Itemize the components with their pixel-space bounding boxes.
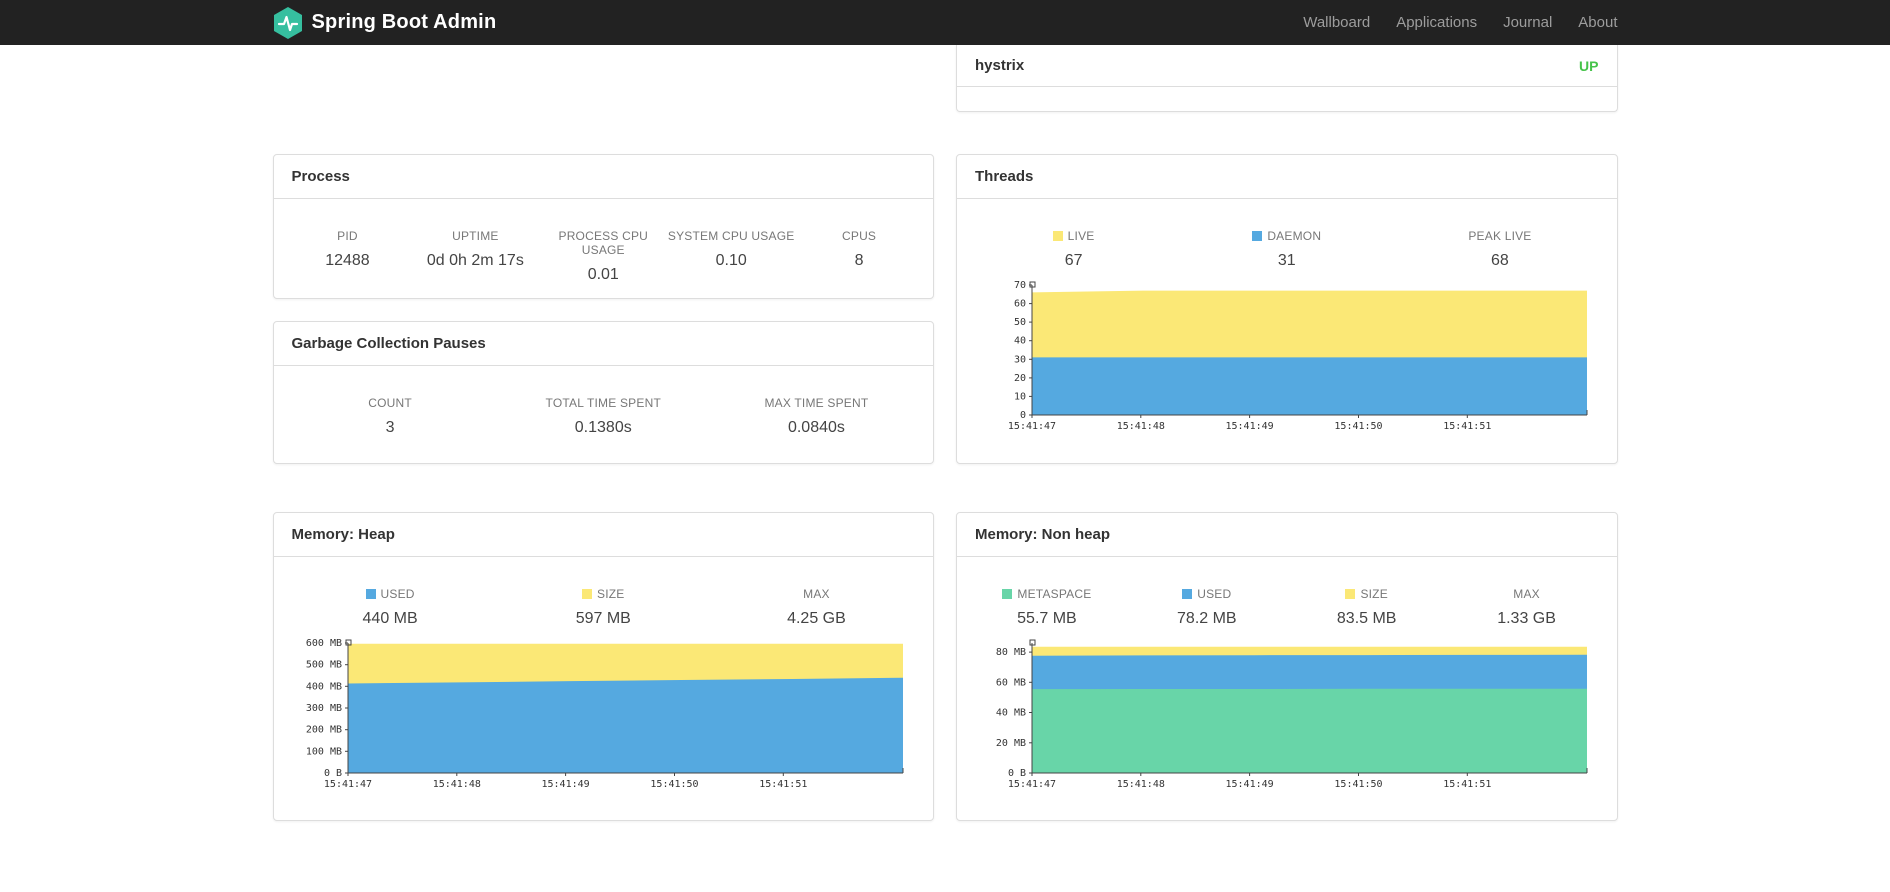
series-metaspace-area bbox=[1031, 688, 1587, 773]
svg-text:15:41:49: 15:41:49 bbox=[1225, 421, 1273, 432]
svg-text:15:41:47: 15:41:47 bbox=[1008, 421, 1056, 432]
legend-nonheap-used: USED 78.2 MB bbox=[1177, 587, 1237, 627]
svg-text:15:41:51: 15:41:51 bbox=[1443, 779, 1491, 790]
memory-nonheap-chart: 0 B 20 MB 40 MB 60 MB 80 MB 15:41:47 15:41:48 1… bbox=[996, 639, 1588, 790]
legend-nonheap-max: MAX 1.33 GB bbox=[1497, 587, 1556, 627]
left-column-spacer bbox=[273, 45, 935, 154]
application-status-badge: UP bbox=[1579, 57, 1599, 74]
svg-text:600 MB: 600 MB bbox=[306, 638, 342, 649]
threads-chart: 0 10 20 30 40 50 60 70 15:41:47 15:41:48 15:41:49 1… bbox=[1008, 280, 1588, 432]
svg-text:50: 50 bbox=[1014, 317, 1026, 328]
legend-swatch bbox=[1252, 231, 1263, 241]
legend-threads-peak-live: PEAK LIVE 68 bbox=[1468, 229, 1532, 269]
svg-text:15:41:49: 15:41:49 bbox=[542, 779, 590, 790]
svg-text:70: 70 bbox=[1014, 280, 1026, 291]
threads-card: Threads LIVE 67 DAEMON 31 PEAK LIVE 68 0… bbox=[956, 154, 1618, 464]
application-name: hystrix bbox=[975, 57, 1025, 74]
memory-nonheap-card-title: Memory: Non heap bbox=[957, 513, 1617, 557]
legend-swatch bbox=[365, 589, 376, 599]
svg-text:15:41:47: 15:41:47 bbox=[1008, 779, 1056, 790]
process-stats: PID 12488 UPTIME 0d 0h 2m 17s PROCESS CP… bbox=[274, 229, 934, 284]
svg-text:400 MB: 400 MB bbox=[306, 681, 342, 692]
stat-cpus: CPUS 8 bbox=[842, 229, 877, 269]
svg-text:20 MB: 20 MB bbox=[996, 738, 1026, 749]
legend-threads-daemon: DAEMON 31 bbox=[1180, 229, 1393, 270]
svg-text:20: 20 bbox=[1014, 373, 1026, 384]
legend-heap-used: USED 440 MB bbox=[362, 587, 418, 627]
svg-text:15:41:48: 15:41:48 bbox=[1116, 421, 1164, 432]
svg-text:0 B: 0 B bbox=[1008, 768, 1026, 779]
right-column: hystrix UP Threads LIVE 67 DAEMON 31 PEA… bbox=[956, 45, 1618, 821]
brand[interactable]: Spring Boot Admin bbox=[273, 6, 497, 40]
stat-gc-count: COUNT 3 bbox=[368, 396, 412, 436]
left-column: Process PID 12488 UPTIME 0d 0h 2m 17s PR… bbox=[272, 45, 935, 821]
top-navbar: Spring Boot Admin Wallboard Applications… bbox=[0, 0, 1890, 45]
svg-text:80 MB: 80 MB bbox=[996, 647, 1026, 658]
stat-pid: PID 12488 bbox=[325, 229, 370, 269]
svg-text:60: 60 bbox=[1014, 299, 1026, 310]
nav-journal[interactable]: Journal bbox=[1490, 14, 1565, 31]
legend-nonheap-metaspace: METASPACE 55.7 MB bbox=[967, 587, 1127, 628]
legend-swatch bbox=[1052, 231, 1063, 241]
process-card-title: Process bbox=[273, 155, 933, 199]
svg-text:0 B: 0 B bbox=[324, 768, 342, 779]
nav-applications[interactable]: Applications bbox=[1383, 14, 1490, 31]
svg-text:15:41:50: 15:41:50 bbox=[651, 779, 699, 790]
legend-heap-size: SIZE 597 MB bbox=[575, 587, 631, 627]
svg-text:60 MB: 60 MB bbox=[996, 677, 1026, 688]
nav-wallboard[interactable]: Wallboard bbox=[1290, 14, 1383, 31]
stat-gc-max-time: MAX TIME SPENT 0.0840s bbox=[764, 396, 869, 436]
svg-text:15:41:48: 15:41:48 bbox=[433, 779, 481, 790]
svg-text:15:41:50: 15:41:50 bbox=[1334, 421, 1382, 432]
legend-swatch bbox=[1182, 589, 1193, 599]
svg-text:300 MB: 300 MB bbox=[306, 703, 342, 714]
series-used-area bbox=[348, 677, 904, 773]
memory-heap-chart: 0 B 100 MB 200 MB 300 MB 400 MB 500 MB 600 MB 1… bbox=[306, 638, 904, 790]
svg-text:15:41:49: 15:41:49 bbox=[1225, 779, 1273, 790]
legend-threads-live: LIVE 67 bbox=[967, 229, 1180, 270]
gc-pauses-card: Garbage Collection Pauses COUNT 3 TOTAL … bbox=[272, 321, 934, 464]
series-daemon-area bbox=[1031, 357, 1587, 415]
threads-card-title: Threads bbox=[957, 155, 1617, 199]
navbar-menu: Wallboard Applications Journal About bbox=[1290, 14, 1617, 31]
svg-text:100 MB: 100 MB bbox=[306, 746, 342, 757]
main-content: Process PID 12488 UPTIME 0d 0h 2m 17s PR… bbox=[272, 45, 1618, 821]
legend-swatch bbox=[1002, 589, 1013, 599]
gc-card-title: Garbage Collection Pauses bbox=[273, 322, 933, 366]
svg-text:40 MB: 40 MB bbox=[996, 708, 1026, 719]
svg-text:200 MB: 200 MB bbox=[306, 725, 342, 736]
process-card: Process PID 12488 UPTIME 0d 0h 2m 17s PR… bbox=[272, 154, 934, 299]
application-row-hystrix[interactable]: hystrix UP bbox=[957, 45, 1617, 87]
legend-swatch bbox=[582, 589, 593, 599]
memory-nonheap-legend: METASPACE 55.7 MB USED 78.2 MB SIZE 83.5… bbox=[957, 587, 1617, 628]
legend-swatch bbox=[1345, 589, 1356, 599]
svg-text:15:41:51: 15:41:51 bbox=[1443, 421, 1491, 432]
svg-text:500 MB: 500 MB bbox=[306, 660, 342, 671]
gc-stats: COUNT 3 TOTAL TIME SPENT 0.1380s MAX TIM… bbox=[274, 396, 934, 437]
legend-nonheap-size: SIZE 83.5 MB bbox=[1336, 587, 1397, 627]
memory-nonheap-card: Memory: Non heap METASPACE 55.7 MB USED … bbox=[956, 512, 1618, 821]
svg-text:15:41:50: 15:41:50 bbox=[1334, 779, 1382, 790]
stat-uptime: UPTIME 0d 0h 2m 17s bbox=[426, 229, 524, 269]
svg-text:30: 30 bbox=[1014, 354, 1026, 365]
memory-heap-card: Memory: Heap USED 440 MB SIZE 597 MB MAX… bbox=[272, 512, 934, 821]
nav-about[interactable]: About bbox=[1565, 14, 1617, 31]
memory-heap-card-title: Memory: Heap bbox=[273, 513, 933, 557]
stat-process-cpu-usage: PROCESS CPU USAGE 0.01 bbox=[558, 229, 649, 283]
legend-heap-max: MAX 4.25 GB bbox=[787, 587, 846, 627]
brand-title: Spring Boot Admin bbox=[311, 11, 497, 33]
svg-text:15:41:51: 15:41:51 bbox=[759, 779, 807, 790]
svg-text:15:41:48: 15:41:48 bbox=[1116, 779, 1164, 790]
threads-legend: LIVE 67 DAEMON 31 PEAK LIVE 68 bbox=[957, 229, 1617, 270]
memory-heap-legend: USED 440 MB SIZE 597 MB MAX 4.25 GB bbox=[274, 587, 934, 628]
svg-text:0: 0 bbox=[1020, 410, 1026, 421]
stat-system-cpu-usage: SYSTEM CPU USAGE 0.10 bbox=[667, 229, 795, 269]
spring-boot-admin-logo-icon bbox=[273, 6, 303, 40]
svg-text:40: 40 bbox=[1014, 336, 1026, 347]
svg-text:10: 10 bbox=[1014, 391, 1026, 402]
stat-gc-total-time: TOTAL TIME SPENT 0.1380s bbox=[545, 396, 661, 436]
svg-text:15:41:47: 15:41:47 bbox=[324, 779, 372, 790]
application-status-card: hystrix UP bbox=[956, 45, 1618, 112]
